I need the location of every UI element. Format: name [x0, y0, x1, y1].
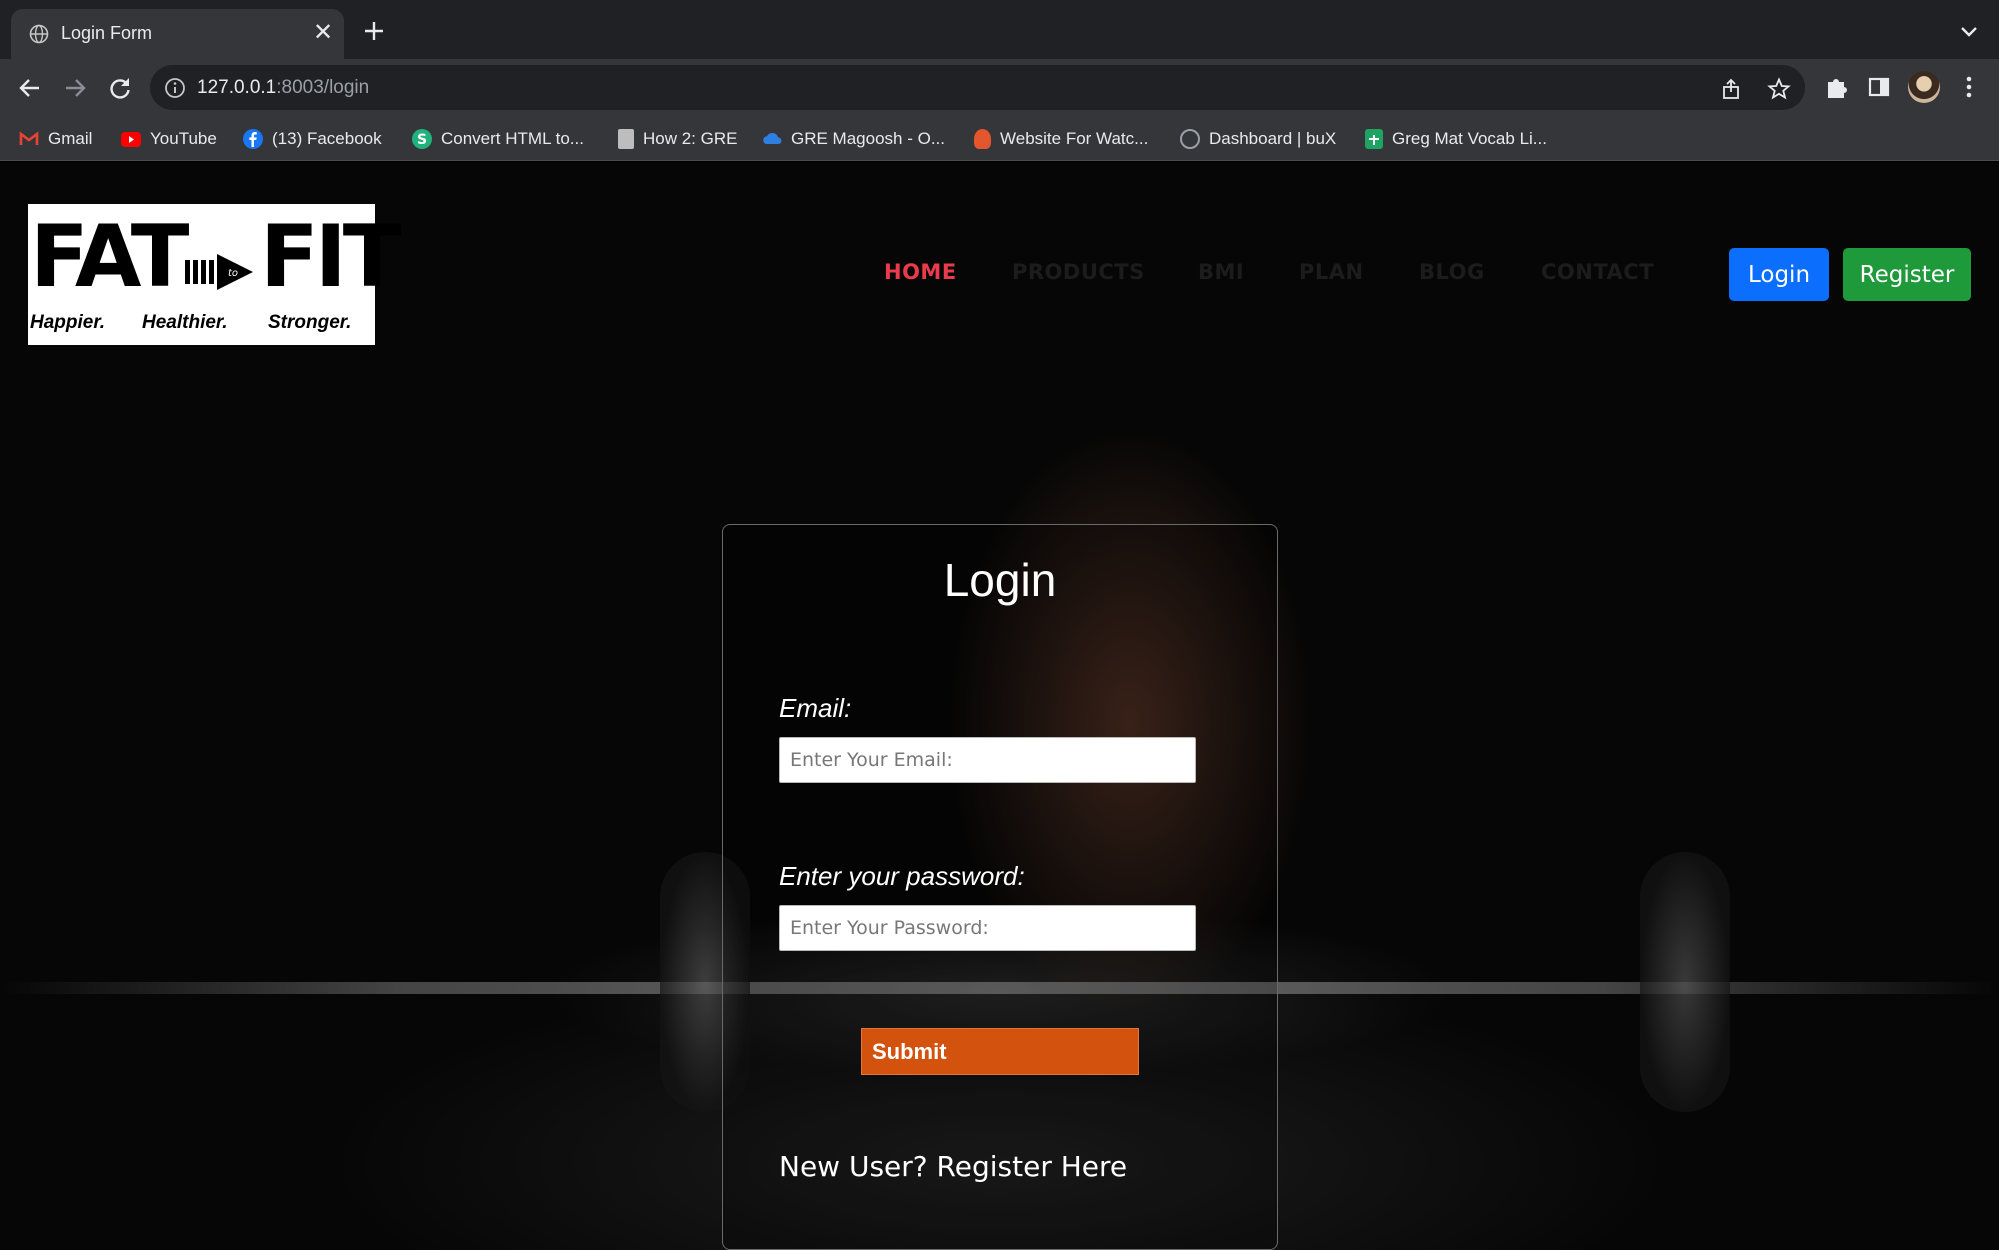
bookmark-how2-gre[interactable]: How 2: GRE — [618, 127, 737, 151]
side-panel-icon[interactable] — [1865, 73, 1893, 101]
new-tab-icon[interactable] — [360, 17, 388, 45]
login-title: Login — [943, 554, 1057, 606]
bookmark-convert-html[interactable]: S Convert HTML to... — [412, 127, 584, 151]
globe-icon — [29, 24, 49, 44]
extensions-icon[interactable] — [1822, 73, 1850, 101]
logo-tagline-healthier: Healthier. — [142, 312, 228, 333]
profile-avatar[interactable] — [1908, 71, 1940, 103]
gmail-icon — [19, 129, 39, 149]
password-field[interactable] — [779, 905, 1196, 951]
bookmark-gre-magoosh[interactable]: GRE Magoosh - O... — [762, 127, 945, 151]
cloud-icon — [762, 129, 782, 149]
back-arrow-icon[interactable] — [15, 73, 45, 103]
more-menu-icon[interactable] — [1955, 73, 1983, 101]
close-icon[interactable]: ✕ — [311, 21, 335, 45]
login-button[interactable]: Login — [1729, 248, 1829, 301]
weight-plate-right — [1640, 852, 1730, 1112]
email-label: Email: — [779, 693, 852, 723]
email-field[interactable] — [779, 737, 1196, 783]
browser-tab-strip: Login Form ✕ — [0, 0, 1999, 59]
logo-arrow-icon: to — [185, 254, 253, 290]
browser-tab[interactable]: Login Form ✕ — [11, 9, 344, 59]
dashboard-icon — [1180, 129, 1200, 149]
nav-products[interactable]: PRODUCTS — [1012, 260, 1145, 284]
bookmark-label: (13) Facebook — [272, 129, 382, 148]
bookmark-label: Website For Watc... — [1000, 129, 1149, 148]
submit-button[interactable]: Submit — [861, 1028, 1139, 1075]
register-here-link[interactable]: New User? Register Here — [779, 1150, 1127, 1183]
bookmark-greg-mat-vocab[interactable]: Greg Mat Vocab Li... — [1365, 127, 1547, 151]
forward-arrow-icon[interactable] — [60, 73, 90, 103]
nav-home[interactable]: HOME — [884, 260, 957, 284]
site-logo[interactable]: FAT to FIT Happier. Healthier. Stronger. — [28, 204, 401, 345]
url-path: :8003/login — [276, 77, 370, 98]
nav-contact[interactable]: CONTACT — [1541, 260, 1654, 284]
bookmark-label: Greg Mat Vocab Li... — [1392, 129, 1547, 148]
svg-text:S: S — [417, 132, 427, 148]
sheets-icon — [1365, 129, 1383, 149]
site-icon — [974, 129, 991, 149]
page-content: FAT to FIT Happier. Healthier. Stronger.… — [0, 162, 1999, 1250]
bookmark-gmail[interactable]: Gmail — [19, 127, 92, 151]
logo-word-fat: FAT — [30, 207, 189, 307]
info-icon[interactable] — [164, 77, 186, 99]
reload-icon[interactable] — [105, 73, 135, 103]
nav-blog[interactable]: BLOG — [1419, 260, 1485, 284]
bookmark-youtube[interactable]: YouTube — [121, 127, 217, 151]
tab-title: Login Form — [61, 23, 153, 43]
bookmark-dashboard-bux[interactable]: Dashboard | buX — [1180, 127, 1336, 151]
nav-plan[interactable]: PLAN — [1299, 260, 1364, 284]
logo-tagline-stronger: Stronger. — [268, 312, 352, 333]
bookmark-label: GRE Magoosh - O... — [791, 129, 945, 148]
document-icon — [618, 129, 634, 149]
bookmark-label: YouTube — [150, 129, 217, 148]
bookmark-facebook[interactable]: (13) Facebook — [243, 127, 382, 151]
bookmarks-bar: Gmail YouTube (13) Facebook S Convert HT… — [0, 116, 1999, 161]
url-host: 127.0.0.1 — [197, 77, 277, 98]
logo-tagline-happier: Happier. — [30, 312, 105, 333]
bookmark-label: How 2: GRE — [643, 129, 738, 148]
share-icon[interactable] — [1719, 77, 1743, 101]
chevron-down-icon[interactable] — [1955, 20, 1983, 44]
logo-word-fit: FIT — [260, 207, 401, 307]
logo-arrow-text: to — [228, 268, 238, 279]
register-button[interactable]: Register — [1843, 248, 1971, 301]
youtube-icon — [121, 131, 141, 147]
convert-icon: S — [412, 129, 432, 149]
login-form-card: Login Email: Enter your password: Submit… — [722, 524, 1278, 1250]
bookmark-website-watch[interactable]: Website For Watc... — [974, 127, 1148, 151]
nav-bmi[interactable]: BMI — [1198, 260, 1244, 284]
address-bar[interactable]: 127.0.0.1:8003/login — [150, 65, 1805, 110]
facebook-icon — [243, 129, 263, 149]
bookmark-label: Gmail — [48, 129, 93, 148]
browser-toolbar: 127.0.0.1:8003/login — [0, 59, 1999, 116]
bookmark-label: Convert HTML to... — [441, 129, 584, 148]
bookmark-label: Dashboard | buX — [1209, 129, 1337, 148]
password-label: Enter your password: — [779, 861, 1025, 891]
star-icon[interactable] — [1767, 77, 1791, 101]
url-text: 127.0.0.1:8003/login — [197, 77, 369, 99]
